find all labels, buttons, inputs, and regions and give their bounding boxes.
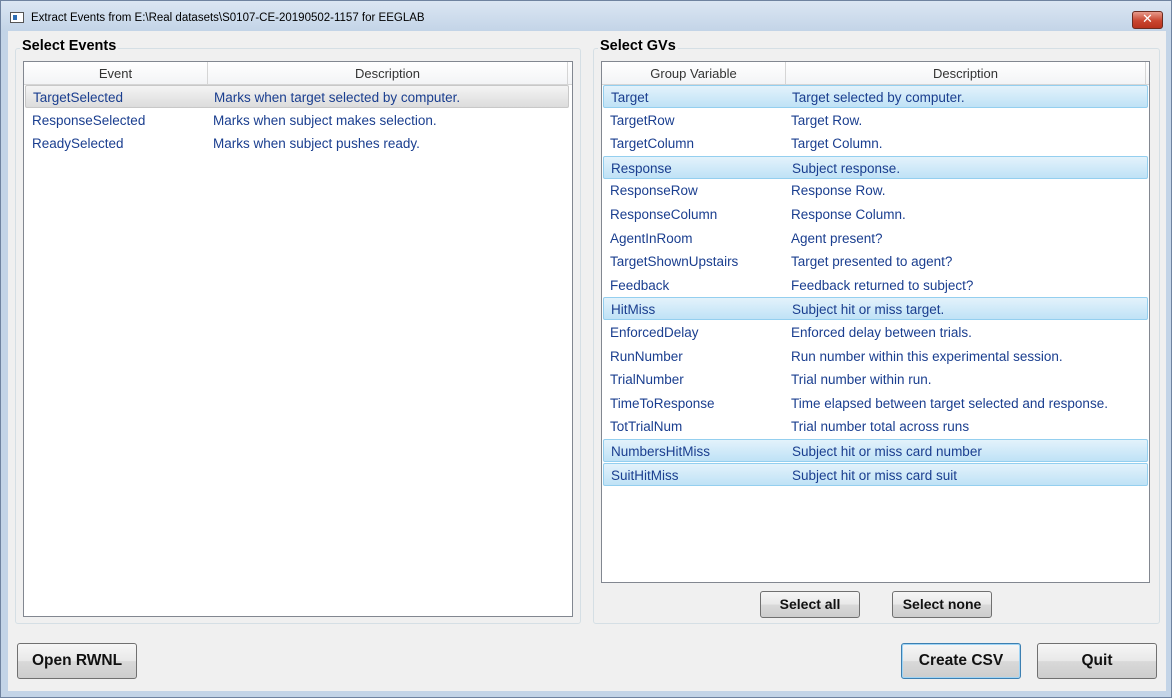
gv-row-description: Subject hit or miss card number xyxy=(792,444,982,459)
gv-row[interactable]: AgentInRoom Agent present? xyxy=(603,227,1148,250)
gv-row-name: TotTrialNum xyxy=(610,419,683,435)
gv-row-name: ResponseColumn xyxy=(610,207,718,222)
event-row[interactable]: TargetSelected Marks when target selected… xyxy=(25,85,569,108)
gv-row-description: Target Row. xyxy=(791,112,863,128)
gv-row-name: TargetRow xyxy=(610,112,675,128)
gv-row-description: Target selected by computer. xyxy=(792,90,965,105)
close-icon[interactable]: ✕ xyxy=(1132,11,1163,29)
gv-row[interactable]: Feedback Feedback returned to subject? xyxy=(603,274,1148,297)
gv-description-column-header[interactable]: Description xyxy=(786,62,1146,85)
gv-row-description: Target Column. xyxy=(791,136,883,152)
title-bar[interactable]: Extract Events from E:\Real datasets\S01… xyxy=(1,1,1171,31)
event-row-name: TargetSelected xyxy=(33,90,124,105)
gv-row-name: HitMiss xyxy=(611,302,656,318)
gv-row-description: Subject response. xyxy=(792,160,901,176)
gv-row-name: TargetColumn xyxy=(610,136,695,152)
gv-row-name: TrialNumber xyxy=(610,372,684,388)
event-row-description: Marks when target selected by computer. xyxy=(214,90,461,105)
gvs-list-header: Group Variable Description xyxy=(602,62,1149,85)
gv-row-description: Subject hit or miss target. xyxy=(792,302,945,318)
gv-row-description: Subject hit or miss card suit xyxy=(792,467,958,483)
gv-row-description: Enforced delay between trials. xyxy=(791,325,972,340)
create-csv-button[interactable]: Create CSV xyxy=(901,643,1021,679)
group-variable-column-header[interactable]: Group Variable xyxy=(602,62,786,85)
gv-row-name: ResponseRow xyxy=(610,183,698,199)
event-column-header[interactable]: Event xyxy=(24,62,208,85)
gv-row-description: Response Row. xyxy=(791,183,886,199)
gv-row-description: Agent present? xyxy=(791,230,883,246)
gv-row[interactable]: HitMiss Subject hit or miss target. xyxy=(603,297,1148,321)
gv-row-description: Time elapsed between target selected and… xyxy=(791,395,1108,411)
main-window: Extract Events from E:\Real datasets\S01… xyxy=(0,0,1172,698)
window-title: Extract Events from E:\Real datasets\S01… xyxy=(31,12,425,24)
open-rwnl-button[interactable]: Open RWNL xyxy=(17,643,137,679)
gv-row-description: Feedback returned to subject? xyxy=(791,277,974,293)
description-column-header[interactable]: Description xyxy=(208,62,568,85)
gv-row-name: TargetShownUpstairs xyxy=(610,254,739,270)
event-row[interactable]: ReadySelected Marks when subject pushes r… xyxy=(25,132,569,155)
quit-button[interactable]: Quit xyxy=(1037,643,1157,679)
events-list-header: Event Description xyxy=(24,62,572,85)
gv-row-name: AgentInRoom xyxy=(610,230,693,246)
gv-row[interactable]: RunNumber Run number within this experime… xyxy=(603,345,1148,368)
gv-row-description: Response Column. xyxy=(791,207,906,222)
events-list[interactable]: Event Description TargetSelected Marks wh… xyxy=(23,61,573,617)
gv-row-description: Trial number within run. xyxy=(791,372,932,388)
gv-row[interactable]: TrialNumber Trial number within run. xyxy=(603,368,1148,391)
event-row[interactable]: ResponseSelected Marks when subject makes… xyxy=(25,109,569,132)
select-gvs-title: Select GVs xyxy=(598,38,678,54)
gv-row-name: EnforcedDelay xyxy=(610,325,699,340)
gv-row[interactable]: TargetColumn Target Column. xyxy=(603,132,1148,155)
gv-row-name: NumbersHitMiss xyxy=(611,444,711,459)
gv-row-name: Target xyxy=(611,90,649,105)
event-row-description: Marks when subject makes selection. xyxy=(213,112,437,128)
gv-row[interactable]: TotTrialNum Trial number total across run… xyxy=(603,415,1148,438)
select-none-button[interactable]: Select none xyxy=(892,591,992,618)
gv-row[interactable]: TimeToResponse Time elapsed between targe… xyxy=(603,392,1148,415)
gvs-list[interactable]: Group Variable Description Target Target … xyxy=(601,61,1150,583)
select-events-title: Select Events xyxy=(20,38,119,54)
event-row-description: Marks when subject pushes ready. xyxy=(213,136,420,152)
gv-row-description: Run number within this experimental sess… xyxy=(791,348,1063,364)
gv-row-name: Response xyxy=(611,160,672,176)
gv-row-description: Trial number total across runs xyxy=(791,419,970,435)
gv-row-name: TimeToResponse xyxy=(610,395,715,411)
gv-row-name: SuitHitMiss xyxy=(611,467,679,483)
event-row-name: ResponseSelected xyxy=(32,112,146,128)
gv-row[interactable]: ResponseRow Response Row. xyxy=(603,179,1148,202)
gv-row[interactable]: Response Subject response. xyxy=(603,155,1148,179)
gv-row-name: RunNumber xyxy=(610,348,683,364)
gv-row[interactable]: EnforcedDelay Enforced delay between tria… xyxy=(603,321,1148,344)
gv-row-description: Target presented to agent? xyxy=(791,254,953,270)
event-row-name: ReadySelected xyxy=(32,136,124,152)
gv-row-name: Feedback xyxy=(610,277,670,293)
gv-row[interactable]: TargetShownUpstairs Target presented to a… xyxy=(603,250,1148,273)
select-all-button[interactable]: Select all xyxy=(760,591,860,618)
client-area: Select Events Event Description TargetSe… xyxy=(8,31,1166,691)
gv-row[interactable]: NumbersHitMiss Subject hit or miss card n… xyxy=(603,439,1148,462)
gv-row[interactable]: Target Target selected by computer. xyxy=(603,85,1148,108)
gv-row[interactable]: SuitHitMiss Subject hit or miss card suit xyxy=(603,462,1148,486)
gv-row[interactable]: ResponseColumn Response Column. xyxy=(603,203,1148,226)
app-icon xyxy=(10,12,24,23)
gv-row[interactable]: TargetRow Target Row. xyxy=(603,109,1148,132)
